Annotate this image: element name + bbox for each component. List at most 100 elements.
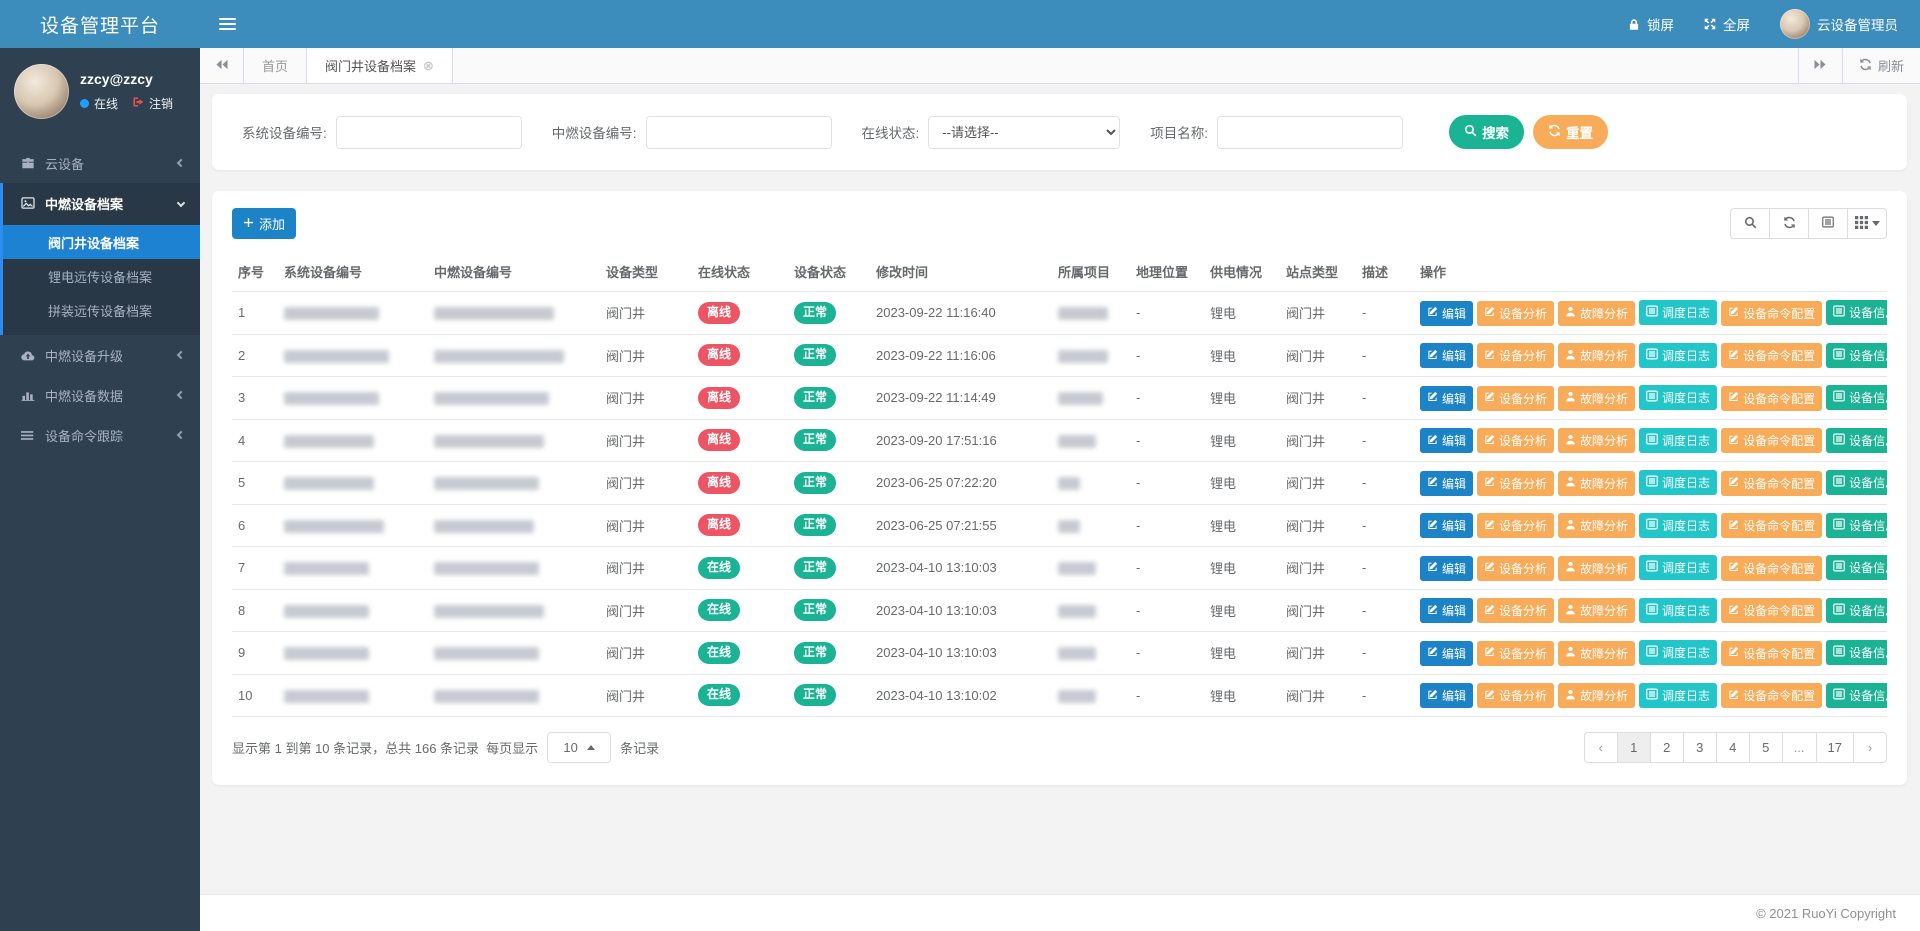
调度日志-button[interactable]: 调度日志 <box>1639 640 1717 665</box>
tab-refresh-button[interactable]: 刷新 <box>1842 48 1920 83</box>
故障分析-button[interactable]: 故障分析 <box>1558 471 1635 496</box>
grid-tool-button[interactable] <box>1847 208 1887 239</box>
zr-device-no-input[interactable] <box>646 116 832 149</box>
调度日志-button[interactable]: 调度日志 <box>1639 555 1717 580</box>
设备分析-button[interactable]: 设备分析 <box>1477 471 1554 496</box>
sidebar-subitem[interactable]: 锂电远传设备档案 <box>3 259 200 293</box>
故障分析-button[interactable]: 故障分析 <box>1558 556 1635 581</box>
调度日志-button[interactable]: 调度日志 <box>1639 598 1717 623</box>
sidebar-item[interactable]: 设备命令跟踪 <box>3 415 200 455</box>
action-button-label: 故障分析 <box>1580 432 1628 449</box>
故障分析-button[interactable]: 故障分析 <box>1558 513 1635 538</box>
page-button-17[interactable]: 17 <box>1816 732 1854 763</box>
tab-valve-well-archive[interactable]: 阀门井设备档案 ⊗ <box>307 48 453 83</box>
设备信息-button[interactable]: 设备信息 <box>1826 598 1887 623</box>
设备命令配置-button[interactable]: 设备命令配置 <box>1721 556 1822 581</box>
sidebar-subitem[interactable]: 阀门井设备档案 <box>3 225 200 259</box>
设备分析-button[interactable]: 设备分析 <box>1477 641 1554 666</box>
page-button-2[interactable]: 2 <box>1650 732 1684 763</box>
设备命令配置-button[interactable]: 设备命令配置 <box>1721 683 1822 708</box>
编辑-button[interactable]: 编辑 <box>1420 556 1473 581</box>
编辑-button[interactable]: 编辑 <box>1420 598 1473 623</box>
sidebar-item[interactable]: 中燃设备数据 <box>3 375 200 415</box>
设备信息-button[interactable]: 设备信息 <box>1826 385 1887 410</box>
编辑-button[interactable]: 编辑 <box>1420 428 1473 453</box>
next-page-button[interactable]: › <box>1853 732 1887 763</box>
调度日志-button[interactable]: 调度日志 <box>1639 428 1717 453</box>
page-size-select[interactable]: 10 <box>547 732 611 763</box>
online-status-select[interactable]: --请选择-- <box>928 116 1120 149</box>
设备分析-button[interactable]: 设备分析 <box>1477 386 1554 411</box>
设备命令配置-button[interactable]: 设备命令配置 <box>1721 641 1822 666</box>
设备分析-button[interactable]: 设备分析 <box>1477 598 1554 623</box>
add-button[interactable]: 添加 <box>232 208 296 239</box>
故障分析-button[interactable]: 故障分析 <box>1558 386 1635 411</box>
设备信息-button[interactable]: 设备信息 <box>1826 470 1887 495</box>
调度日志-button[interactable]: 调度日志 <box>1639 683 1717 708</box>
编辑-button[interactable]: 编辑 <box>1420 683 1473 708</box>
list-alt-tool-button[interactable] <box>1808 208 1848 239</box>
调度日志-button[interactable]: 调度日志 <box>1639 513 1717 538</box>
page-button-4[interactable]: 4 <box>1716 732 1750 763</box>
设备信息-button[interactable]: 设备信息 <box>1826 343 1887 368</box>
project-name-input[interactable] <box>1217 116 1403 149</box>
设备分析-button[interactable]: 设备分析 <box>1477 343 1554 368</box>
page-button-1[interactable]: 1 <box>1617 732 1651 763</box>
设备信息-button[interactable]: 设备信息 <box>1826 555 1887 580</box>
编辑-button[interactable]: 编辑 <box>1420 471 1473 496</box>
调度日志-button[interactable]: 调度日志 <box>1639 385 1717 410</box>
reset-button[interactable]: 重置 <box>1533 115 1608 149</box>
设备命令配置-button[interactable]: 设备命令配置 <box>1721 343 1822 368</box>
prev-page-button[interactable]: ‹ <box>1584 732 1618 763</box>
调度日志-button[interactable]: 调度日志 <box>1639 470 1717 495</box>
设备分析-button[interactable]: 设备分析 <box>1477 513 1554 538</box>
设备分析-button[interactable]: 设备分析 <box>1477 301 1554 326</box>
编辑-button[interactable]: 编辑 <box>1420 343 1473 368</box>
fullscreen-button[interactable]: 全屏 <box>1704 14 1750 34</box>
tabs-scroll-left-button[interactable] <box>200 48 244 83</box>
设备信息-button[interactable]: 设备信息 <box>1826 428 1887 453</box>
refresh-tool-button[interactable] <box>1769 208 1809 239</box>
设备命令配置-button[interactable]: 设备命令配置 <box>1721 301 1822 326</box>
设备命令配置-button[interactable]: 设备命令配置 <box>1721 598 1822 623</box>
编辑-button[interactable]: 编辑 <box>1420 301 1473 326</box>
故障分析-button[interactable]: 故障分析 <box>1558 598 1635 623</box>
search-button[interactable]: 搜索 <box>1449 115 1524 149</box>
tab-home[interactable]: 首页 <box>244 48 307 83</box>
故障分析-button[interactable]: 故障分析 <box>1558 428 1635 453</box>
page-button-5[interactable]: 5 <box>1749 732 1783 763</box>
tabs-scroll-right-button[interactable] <box>1798 48 1842 83</box>
lock-screen-button[interactable]: 锁屏 <box>1628 14 1674 34</box>
调度日志-button[interactable]: 调度日志 <box>1639 300 1717 325</box>
故障分析-button[interactable]: 故障分析 <box>1558 301 1635 326</box>
编辑-button[interactable]: 编辑 <box>1420 386 1473 411</box>
调度日志-button[interactable]: 调度日志 <box>1639 343 1717 368</box>
sidebar-toggle-button[interactable] <box>200 0 254 48</box>
故障分析-button[interactable]: 故障分析 <box>1558 683 1635 708</box>
page-button-3[interactable]: 3 <box>1683 732 1717 763</box>
设备分析-button[interactable]: 设备分析 <box>1477 556 1554 581</box>
设备信息-button[interactable]: 设备信息 <box>1826 300 1887 325</box>
编辑-button[interactable]: 编辑 <box>1420 641 1473 666</box>
sidebar-item[interactable]: 云设备 <box>3 143 200 183</box>
故障分析-button[interactable]: 故障分析 <box>1558 343 1635 368</box>
search-tool-button[interactable] <box>1730 208 1770 239</box>
设备命令配置-button[interactable]: 设备命令配置 <box>1721 471 1822 496</box>
设备命令配置-button[interactable]: 设备命令配置 <box>1721 428 1822 453</box>
sidebar-subitem[interactable]: 拼装远传设备档案 <box>3 293 200 327</box>
sidebar-item[interactable]: 中燃设备升级 <box>3 335 200 375</box>
设备信息-button[interactable]: 设备信息 <box>1826 513 1887 538</box>
tab-close-icon[interactable]: ⊗ <box>423 59 434 72</box>
设备分析-button[interactable]: 设备分析 <box>1477 428 1554 453</box>
设备信息-button[interactable]: 设备信息 <box>1826 640 1887 665</box>
user-menu[interactable]: 云设备管理员 <box>1780 9 1898 39</box>
设备分析-button[interactable]: 设备分析 <box>1477 683 1554 708</box>
sidebar-item[interactable]: 中燃设备档案 <box>3 183 200 223</box>
logout-button[interactable]: 注销 <box>132 95 173 112</box>
故障分析-button[interactable]: 故障分析 <box>1558 641 1635 666</box>
设备信息-button[interactable]: 设备信息 <box>1826 683 1887 708</box>
设备命令配置-button[interactable]: 设备命令配置 <box>1721 386 1822 411</box>
编辑-button[interactable]: 编辑 <box>1420 513 1473 538</box>
sys-device-no-input[interactable] <box>336 116 522 149</box>
设备命令配置-button[interactable]: 设备命令配置 <box>1721 513 1822 538</box>
